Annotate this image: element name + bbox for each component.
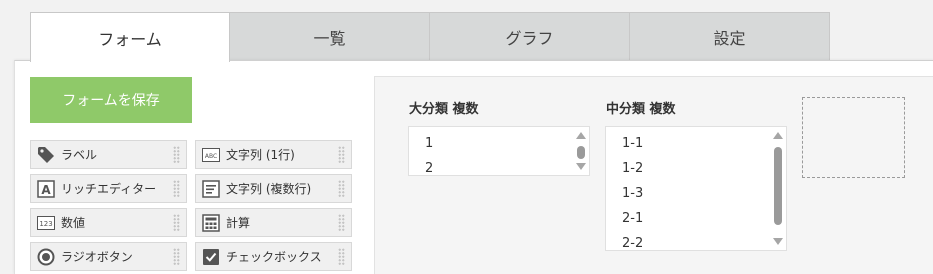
palette-item-rich-editor-text: リッチエディター: [61, 182, 157, 196]
palette-item-number-text: 数値: [61, 216, 86, 230]
drop-zone-placeholder[interactable]: [802, 97, 905, 178]
palette-item-radio-button-text: ラジオボタン: [61, 250, 133, 264]
scroll-down-arrow-icon[interactable]: [773, 238, 783, 245]
svg-text:A: A: [41, 183, 51, 197]
svg-text:ABC: ABC: [205, 153, 217, 160]
palette-item-calculation-text: 計算: [226, 216, 251, 230]
drag-handle-icon: [173, 180, 180, 198]
scrollbar[interactable]: [576, 130, 586, 172]
palette-item-number[interactable]: 123 数値: [30, 208, 187, 237]
drag-handle-icon: [173, 248, 180, 266]
palette-item-radio-button[interactable]: ラジオボタン: [30, 242, 187, 271]
checkbox-icon: [202, 248, 220, 266]
palette-item-calculation[interactable]: 計算: [195, 208, 352, 237]
list-item[interactable]: 1-2: [606, 156, 786, 181]
rich-editor-icon: A: [37, 179, 55, 198]
list-item[interactable]: 2-1: [606, 206, 786, 231]
palette-item-label-text: ラベル: [61, 148, 98, 162]
tag-icon: [37, 146, 55, 164]
multiline-text-icon: [202, 179, 220, 198]
palette-item-checkbox-text: チェックボックス: [226, 250, 322, 264]
palette-item-checkbox[interactable]: チェックボックス: [195, 242, 352, 271]
list-item[interactable]: 1-1: [606, 131, 786, 156]
palette-item-single-line-text-text: 文字列 (1行): [226, 148, 295, 162]
field-label-major-category: 大分類 複数: [409, 102, 479, 117]
drag-handle-icon: [173, 214, 180, 232]
list-item[interactable]: 1: [409, 131, 589, 156]
scroll-up-arrow-icon[interactable]: [773, 132, 783, 139]
field-label-middle-category: 中分類 複数: [606, 102, 676, 117]
radio-icon: [37, 248, 55, 266]
drag-handle-icon: [173, 146, 180, 164]
middle-category-listbox[interactable]: 1-1 1-2 1-3 2-1 2-2: [605, 126, 787, 251]
palette-item-rich-editor[interactable]: A リッチエディター: [30, 174, 187, 203]
list-item[interactable]: 2: [409, 156, 589, 175]
scrollbar[interactable]: [773, 130, 783, 247]
drag-handle-icon: [338, 146, 345, 164]
scrollbar-thumb[interactable]: [774, 147, 782, 225]
scrollbar-thumb[interactable]: [577, 146, 585, 159]
drag-handle-icon: [338, 248, 345, 266]
svg-text:123: 123: [39, 220, 52, 228]
list-item[interactable]: 1-3: [606, 181, 786, 206]
calculator-icon: [202, 213, 220, 232]
palette-item-label[interactable]: ラベル: [30, 140, 187, 169]
major-category-listbox[interactable]: 1 2: [408, 126, 590, 176]
tab-list[interactable]: 一覧: [230, 12, 430, 60]
number-icon: 123: [37, 214, 55, 232]
drag-handle-icon: [338, 214, 345, 232]
palette-item-multi-line-text[interactable]: 文字列 (複数行): [195, 174, 352, 203]
scroll-down-arrow-icon[interactable]: [576, 163, 586, 170]
text-abc-icon: ABC: [202, 146, 220, 164]
tab-form[interactable]: フォーム: [30, 12, 230, 62]
list-item[interactable]: 2-2: [606, 231, 786, 250]
palette-item-multi-line-text-text: 文字列 (複数行): [226, 182, 312, 196]
save-form-button[interactable]: フォームを保存: [30, 77, 192, 123]
tab-bar: フォーム 一覧 グラフ 設定: [30, 12, 830, 62]
palette-item-single-line-text[interactable]: ABC 文字列 (1行): [195, 140, 352, 169]
scroll-up-arrow-icon[interactable]: [576, 132, 586, 139]
drag-handle-icon: [338, 180, 345, 198]
tab-settings[interactable]: 設定: [630, 12, 830, 60]
tab-graph[interactable]: グラフ: [430, 12, 630, 60]
